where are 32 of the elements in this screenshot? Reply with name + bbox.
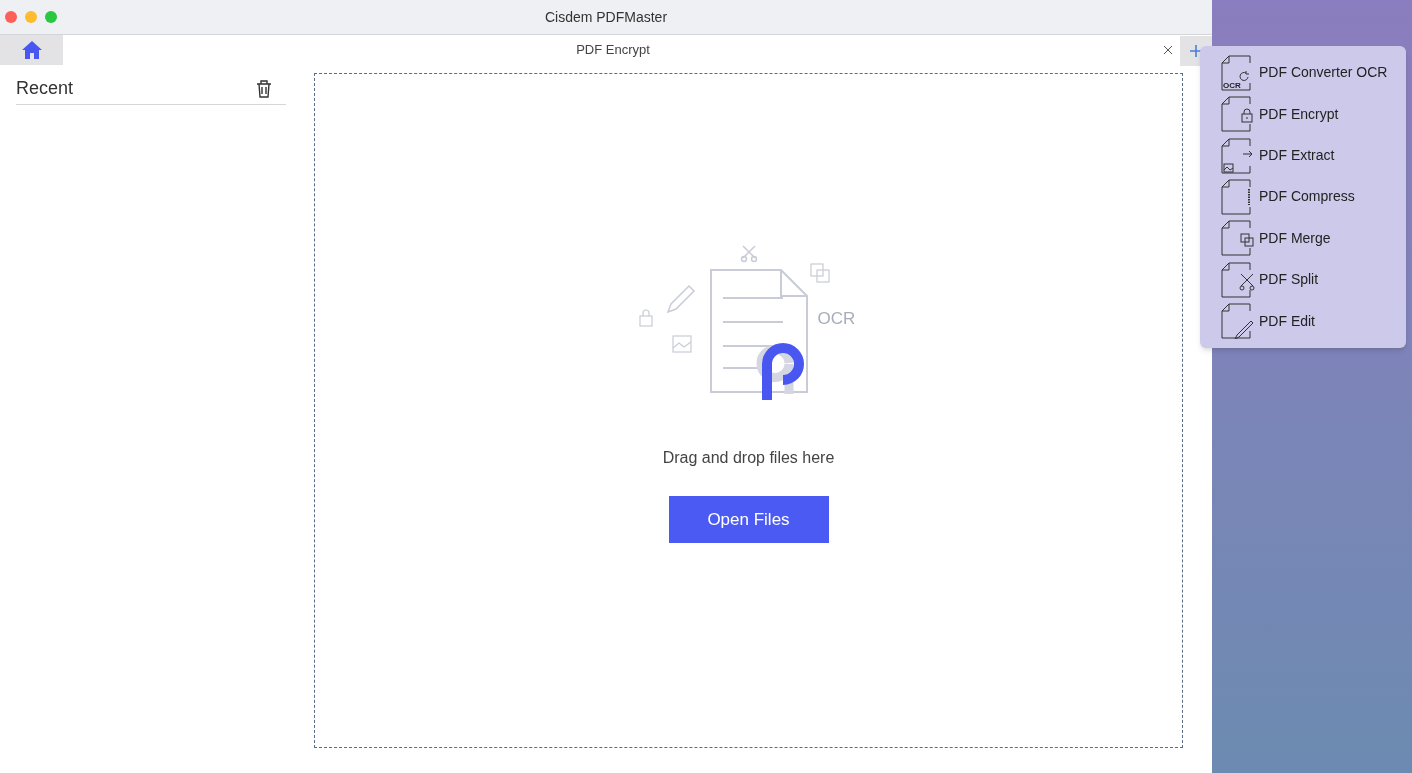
scissors-icon [740,245,757,263]
drop-hint: Drag and drop files here [662,448,835,468]
zoom-window-button[interactable] [45,11,57,23]
window-title: Cisdem PDFMaster [544,7,668,27]
menu-item[interactable]: PDF Compress [1259,186,1355,208]
document-icon [1221,261,1255,298]
menu-item[interactable]: PDF Converter OCR [1259,62,1388,84]
document-icon [1221,96,1255,133]
document-icon [1221,303,1255,340]
menu-item[interactable]: PDF Encrypt [1259,103,1339,125]
lock-icon [638,309,653,327]
trash-icon[interactable] [256,79,272,98]
close-window-button[interactable] [5,11,17,23]
document-icon [1221,220,1255,257]
menu-item[interactable]: PDF Merge [1259,227,1331,249]
open-files-button[interactable]: Open Files [668,496,829,543]
menu-item[interactable]: PDF Extract [1259,145,1335,167]
sidebar-title: Recent [16,77,74,100]
menu-item[interactable]: PDF Edit [1259,310,1315,332]
home-tab[interactable] [0,35,63,65]
image-icon [671,335,692,353]
document-icon [1221,137,1255,174]
home-icon [21,41,42,59]
overlap-squares-icon [809,263,830,283]
ocr-label: OCR [1223,81,1241,90]
p-logo-icon [756,343,804,400]
pencil-icon [666,284,695,314]
minimize-window-button[interactable] [25,11,37,23]
close-icon[interactable] [1163,45,1173,55]
menu-item[interactable]: PDF Split [1259,269,1319,291]
ocr-label: OCR [817,308,856,330]
drop-zone[interactable]: OCR Drag and drop files here Open Files [314,73,1183,748]
